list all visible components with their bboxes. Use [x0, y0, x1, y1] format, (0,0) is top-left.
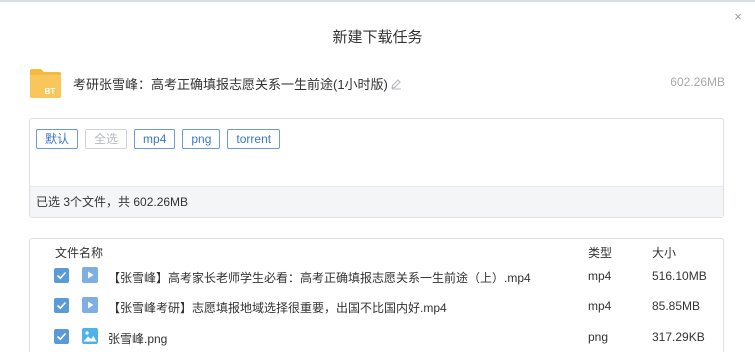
bt-label: BT [45, 87, 56, 96]
new-download-dialog: × 新建下载任务 BT 考研张雪峰：高考正确填报志愿关系一生前途(1小时版) 6… [0, 0, 755, 352]
filter-tag-default[interactable]: 默认 [36, 129, 79, 149]
file-row[interactable]: 【张雪峰考研】志愿填报地域选择很重要，出国不比国内好.mp4 mp4 85.85… [30, 293, 723, 319]
video-icon [82, 267, 98, 283]
file-name: 【张雪峰考研】志愿填报地域选择很重要，出国不比国内好.mp4 [108, 301, 447, 315]
file-name: 【张雪峰】高考家长老师学生必看：高考正确填报志愿关系一生前途（上）.mp4 [108, 271, 531, 285]
selection-status: 已选 3个文件，共 602.26MB [30, 186, 723, 217]
bt-folder-icon: BT [29, 66, 62, 99]
file-size: 317.29KB [652, 330, 705, 344]
task-name: 考研张雪峰：高考正确填报志愿关系一生前途(1小时版) [73, 77, 388, 92]
file-type: png [588, 330, 609, 344]
filter-tags: 默认 全选 mp4 png torrent [36, 129, 281, 149]
file-size: 85.85MB [652, 299, 701, 313]
filter-tag-mp4[interactable]: mp4 [134, 129, 176, 149]
filter-tag-select-all[interactable]: 全选 [85, 129, 128, 149]
row-checkbox[interactable] [54, 268, 69, 283]
file-row[interactable]: 【张雪峰】高考家长老师学生必看：高考正确填报志愿关系一生前途（上）.mp4 mp… [30, 263, 723, 289]
dialog-title: 新建下载任务 [332, 29, 423, 46]
filter-tag-png[interactable]: png [182, 129, 221, 149]
task-total-size: 602.26MB [670, 75, 725, 89]
file-type: mp4 [588, 269, 612, 283]
file-list: 文件名称 类型 大小 【张雪峰】高考家长老师学生必看：高考正确填报志愿关系一生前… [29, 238, 724, 352]
column-header-name[interactable]: 文件名称 [55, 244, 103, 261]
file-name: 张雪峰.png [108, 332, 168, 346]
close-button[interactable]: × [731, 10, 745, 24]
filter-tag-torrent[interactable]: torrent [227, 129, 281, 149]
file-row[interactable]: 张雪峰.png png 317.29KB [30, 324, 723, 350]
top-accent-bar [330, 0, 415, 2]
file-size: 516.10MB [652, 269, 707, 283]
column-header-type[interactable]: 类型 [588, 244, 612, 261]
video-icon [82, 297, 98, 313]
task-name-row: 考研张雪峰：高考正确填报志愿关系一生前途(1小时版) [73, 74, 402, 93]
task-header: BT 考研张雪峰：高考正确填报志愿关系一生前途(1小时版) 602.26MB [29, 64, 725, 100]
file-filter-panel: 默认 全选 mp4 png torrent 已选 3个文件，共 602.26MB [29, 118, 724, 218]
file-type: mp4 [588, 299, 612, 313]
row-checkbox[interactable] [54, 329, 69, 344]
column-header-size[interactable]: 大小 [652, 244, 676, 261]
row-checkbox[interactable] [54, 298, 69, 313]
edit-name-icon[interactable] [390, 78, 402, 90]
image-icon [82, 328, 98, 344]
file-list-header: 文件名称 类型 大小 [30, 243, 723, 261]
